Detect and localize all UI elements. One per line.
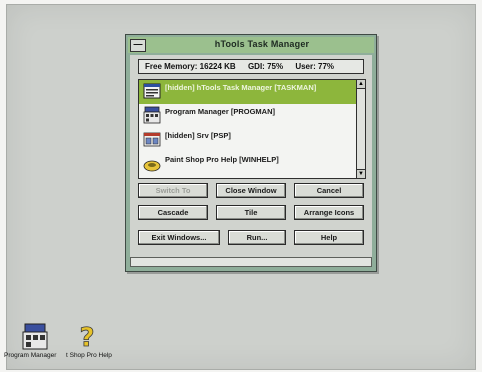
user-text: User: 77% [295, 62, 334, 71]
gdi-text: GDI: 75% [247, 62, 284, 71]
task-list-item[interactable]: Paint Shop Pro Help [WINHELP] [139, 152, 357, 176]
task-manager-window: — hTools Task Manager Free Memory: 16224… [125, 34, 377, 272]
help-button[interactable]: Help [294, 230, 364, 245]
run-button[interactable]: Run... [228, 230, 286, 245]
exit-windows-button[interactable]: Exit Windows... [138, 230, 220, 245]
cascade-button[interactable]: Cascade [138, 205, 208, 220]
help-question-icon[interactable]: ? [72, 322, 102, 352]
task-list-item[interactable]: [hidden] Srv [PSP] [139, 128, 357, 152]
scroll-down-button[interactable]: ▼ [357, 169, 365, 178]
svg-text:?: ? [79, 323, 94, 352]
task-manager-icon [143, 83, 161, 99]
desktop-icon-label: Program Manager [4, 352, 57, 359]
program-manager-icon[interactable] [20, 322, 50, 352]
free-memory-text: Free Memory: 16224 KB [145, 62, 236, 71]
arrange-icons-button[interactable]: Arrange Icons [294, 205, 364, 220]
switch-to-button[interactable]: Switch To [138, 183, 208, 198]
help-icon [143, 160, 161, 172]
task-list-scrollbar[interactable]: ▲ ▼ [356, 80, 365, 178]
tile-button[interactable]: Tile [216, 205, 286, 220]
system-menu-button[interactable]: — [130, 39, 146, 52]
cancel-button[interactable]: Cancel [294, 183, 364, 198]
task-list-item[interactable]: Program Manager [PROGMAN] [139, 104, 357, 128]
scroll-up-button[interactable]: ▲ [357, 80, 365, 89]
desktop-icon-label: t Shop Pro Help [66, 352, 112, 359]
task-list[interactable]: [hidden] hTools Task Manager [TASKMAN] P… [138, 79, 366, 179]
resource-stats-bar: Free Memory: 16224 KB GDI: 75% User: 77% [138, 59, 364, 74]
status-bar [130, 257, 372, 267]
close-window-button[interactable]: Close Window [216, 183, 286, 198]
task-label: [hidden] Srv [PSP] [165, 131, 231, 140]
task-label: Program Manager [PROGMAN] [165, 107, 276, 116]
task-label: Paint Shop Pro Help [WINHELP] [165, 155, 279, 164]
title-bar[interactable]: — hTools Task Manager [128, 37, 374, 53]
window-title: hTools Task Manager [214, 39, 310, 49]
task-label: [hidden] hTools Task Manager [TASKMAN] [165, 83, 317, 92]
program-manager-icon [143, 106, 161, 124]
dialog-content: Free Memory: 16224 KB GDI: 75% User: 77%… [130, 55, 372, 267]
service-icon [143, 132, 161, 147]
task-list-item[interactable]: [hidden] hTools Task Manager [TASKMAN] [139, 80, 357, 104]
